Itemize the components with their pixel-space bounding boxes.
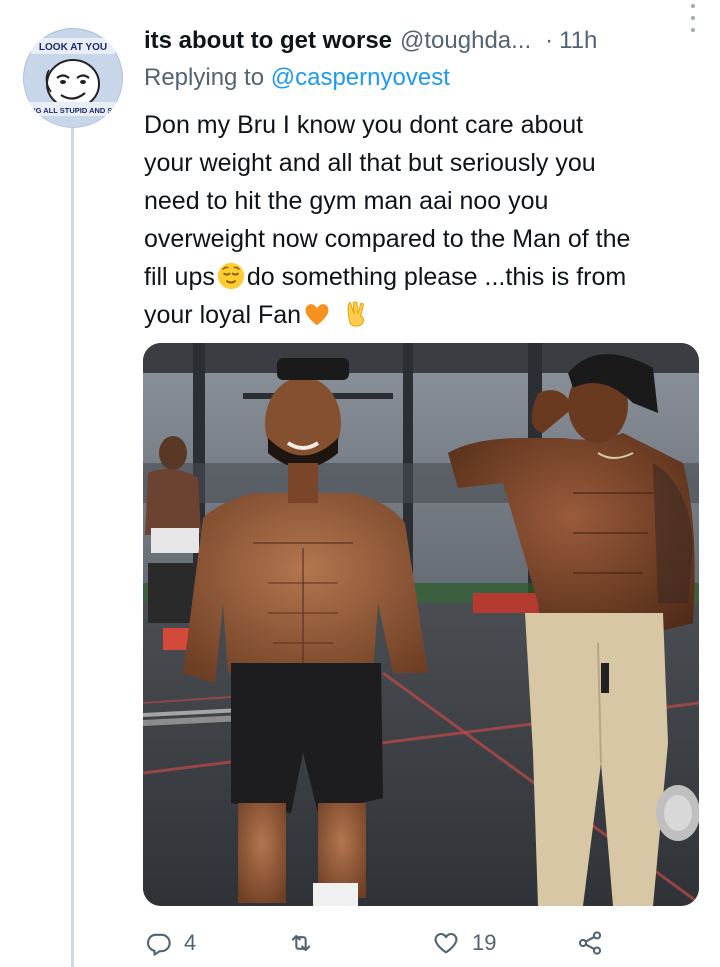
tweet-actions: 4 19 bbox=[144, 925, 624, 961]
replying-mention-link[interactable]: @caspernyovest bbox=[271, 64, 450, 91]
tweet-text-fragment: do something please ...this is from bbox=[246, 263, 627, 291]
thread-line bbox=[71, 128, 74, 967]
reply-count: 4 bbox=[184, 930, 197, 955]
tweet-text-line: need to hit the gym man aai noo you bbox=[144, 187, 549, 215]
separator-dot: · bbox=[545, 27, 554, 54]
share-icon bbox=[578, 931, 602, 955]
tweet-text-line: fill ups do something please ...this is f… bbox=[144, 258, 709, 296]
tweet-text: Don my Bru I know you dont care about yo… bbox=[144, 106, 709, 334]
heart-icon bbox=[434, 932, 458, 954]
avatar-top-text: LOOK AT YOU bbox=[39, 42, 107, 53]
user-handle[interactable]: @toughda... bbox=[400, 27, 531, 55]
retweet-icon bbox=[291, 934, 311, 952]
reply-icon bbox=[146, 933, 171, 956]
tweet[interactable]: LOOK AT YOU ING ALL STUPID AND SH its ab… bbox=[0, 0, 720, 967]
replying-prefix: Replying to bbox=[144, 64, 265, 91]
reply-button[interactable]: 4 bbox=[144, 925, 196, 961]
orange-heart-emoji bbox=[302, 299, 332, 329]
avatar-bottom-text: ING ALL STUPID AND SH bbox=[28, 106, 118, 115]
replying-to: Replying to @caspernyovest bbox=[144, 64, 450, 92]
retweet-button[interactable] bbox=[287, 925, 327, 961]
tweet-text-line: your weight and all that but seriously y… bbox=[144, 149, 596, 177]
like-button[interactable]: 19 bbox=[432, 925, 496, 961]
avatar[interactable]: LOOK AT YOU ING ALL STUPID AND SH bbox=[23, 28, 123, 128]
tweet-image[interactable] bbox=[143, 343, 699, 906]
tweet-text-fragment: fill ups bbox=[144, 263, 215, 291]
tweet-header: its about to get worse @toughda... · 11h bbox=[144, 24, 704, 58]
more-options-icon[interactable] bbox=[688, 4, 698, 32]
relieved-face-emoji bbox=[216, 261, 246, 291]
tweet-text-fragment: your loyal Fan bbox=[144, 301, 302, 329]
tweet-text-line: Don my Bru I know you dont care about bbox=[144, 111, 584, 139]
tweet-text-line: overweight now compared to the Man of th… bbox=[144, 225, 631, 253]
victory-hand-emoji bbox=[341, 299, 371, 329]
timestamp[interactable]: 11h bbox=[559, 27, 597, 55]
like-count: 19 bbox=[472, 930, 497, 955]
gym-photo bbox=[143, 343, 699, 906]
tweet-text-line: your loyal Fan bbox=[144, 296, 709, 334]
share-button[interactable] bbox=[576, 925, 604, 961]
display-name[interactable]: its about to get worse bbox=[144, 27, 392, 55]
avatar-meme-image: LOOK AT YOU ING ALL STUPID AND SH bbox=[24, 29, 122, 127]
